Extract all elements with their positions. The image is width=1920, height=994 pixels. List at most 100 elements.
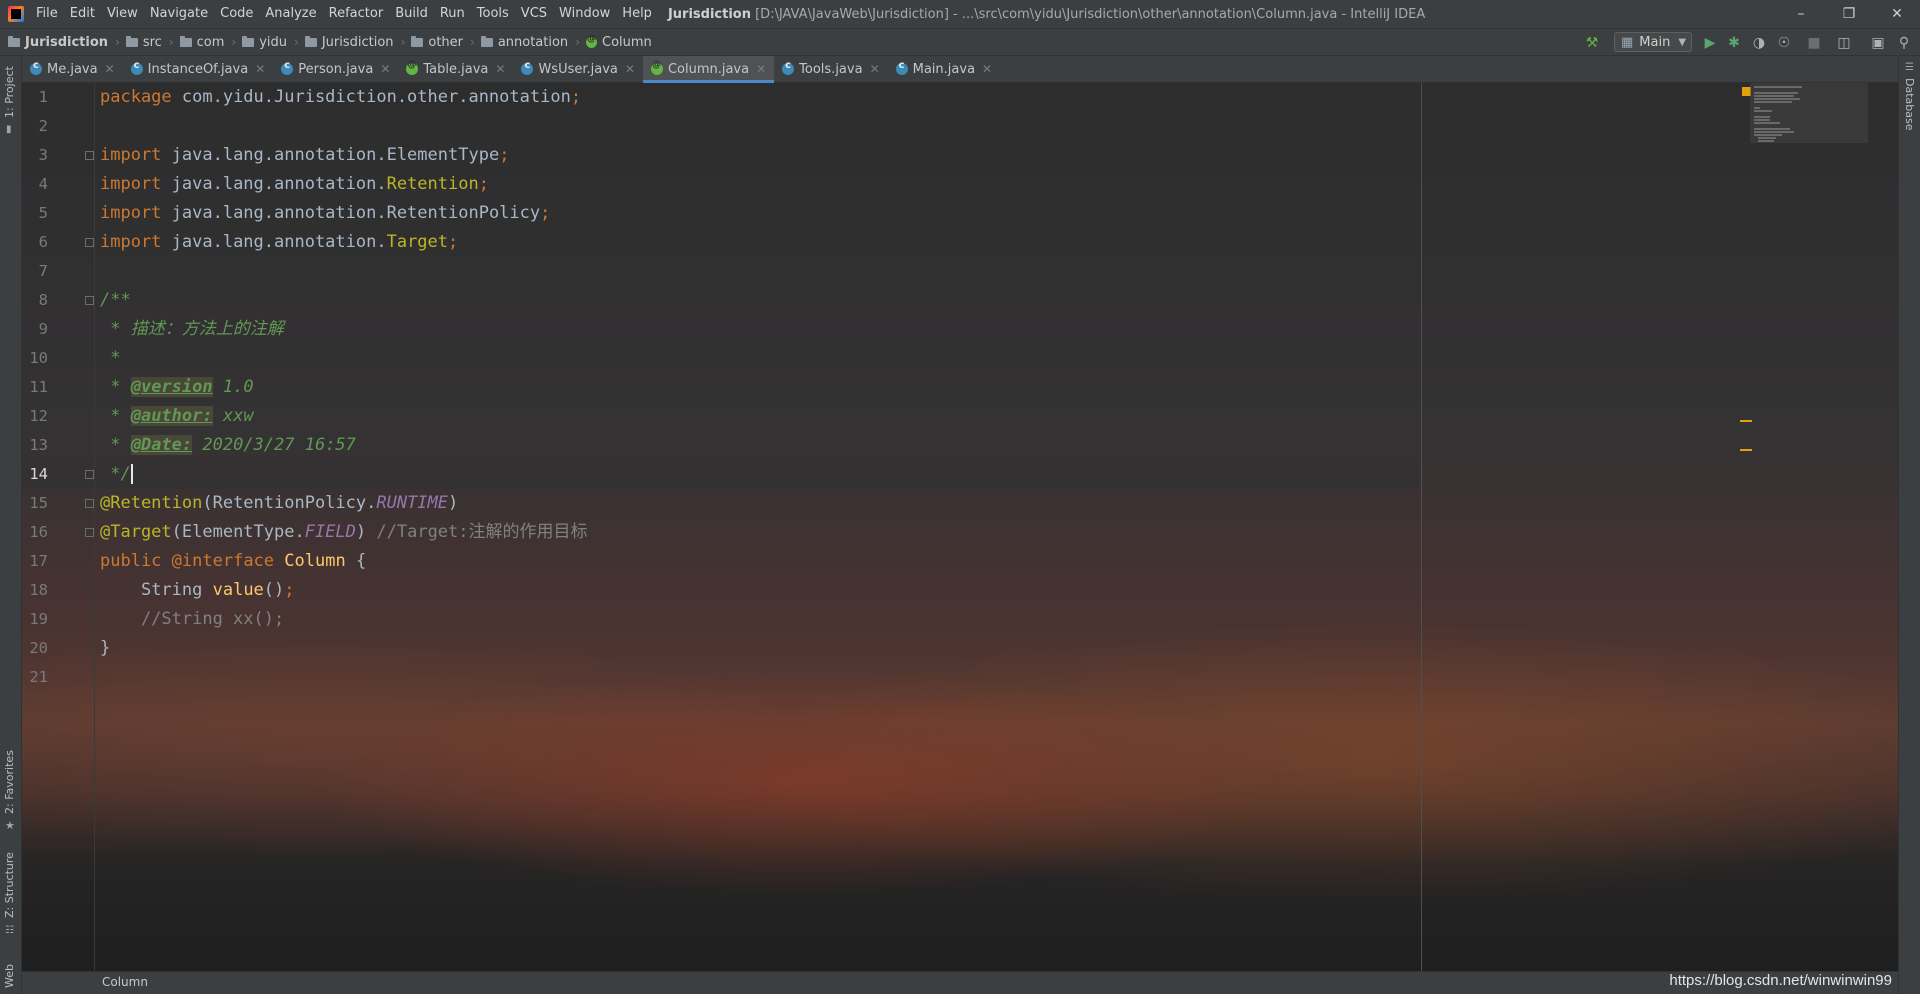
tab-wsuser-java[interactable]: WsUser.java ✕: [513, 56, 643, 82]
search-icon[interactable]: ⚲: [1896, 35, 1912, 51]
favorites-tool-tab[interactable]: 2: Favorites: [3, 750, 16, 814]
stop-icon[interactable]: ■: [1806, 35, 1822, 51]
project-folder-icon: ▮: [6, 124, 12, 135]
structure-tool-tab[interactable]: Z: Structure: [3, 852, 16, 918]
profiler-icon[interactable]: ☉: [1776, 35, 1792, 51]
coverage-icon[interactable]: ◑: [1751, 35, 1767, 51]
restore-icon[interactable]: ❐: [1826, 0, 1872, 28]
crumb-src[interactable]: src ›: [125, 35, 180, 50]
tab-label: Tools.java: [799, 61, 863, 77]
line-number: 7: [38, 262, 48, 280]
fold-toggle-icon[interactable]: [85, 296, 94, 305]
fold-toggle-icon[interactable]: [85, 238, 94, 247]
menu-navigate[interactable]: Navigate: [144, 0, 214, 28]
fold-toggle-icon[interactable]: [85, 151, 94, 160]
menu-code[interactable]: Code: [214, 0, 259, 28]
menu-refactor[interactable]: Refactor: [323, 0, 390, 28]
line-number: 3: [38, 146, 48, 164]
close-tab-icon[interactable]: ✕: [495, 62, 505, 76]
line-number: 9: [38, 320, 48, 338]
minimap-line: [1754, 131, 1794, 133]
tab-tools-java[interactable]: Tools.java ✕: [774, 56, 887, 82]
minimap-line: [1754, 92, 1798, 94]
menu-run[interactable]: Run: [434, 0, 471, 28]
database-icon: ☰: [1905, 62, 1914, 73]
line-number: 11: [29, 378, 48, 396]
line-number: 17: [29, 552, 48, 570]
folder-icon: [480, 35, 493, 47]
menu-tools[interactable]: Tools: [471, 0, 515, 28]
minimap-line: [1754, 134, 1782, 136]
line-number: 10: [29, 349, 48, 367]
layout-icon[interactable]: ▣: [1870, 35, 1886, 51]
tab-main-java[interactable]: Main.java ✕: [888, 56, 1000, 82]
minimap-line: [1754, 98, 1800, 100]
code-line: }: [100, 638, 111, 658]
line-number: 4: [38, 175, 48, 193]
project-structure-icon[interactable]: ◫: [1836, 35, 1852, 51]
menu-vcs[interactable]: VCS: [515, 0, 553, 28]
right-margin-guide: [1421, 83, 1422, 971]
folder-icon: [411, 35, 424, 47]
tab-label: Table.java: [423, 61, 489, 77]
close-tab-icon[interactable]: ✕: [380, 62, 390, 76]
warning-stripe-marker[interactable]: [1740, 449, 1752, 451]
menu-build[interactable]: Build: [389, 0, 434, 28]
fold-toggle-icon[interactable]: [85, 499, 94, 508]
chevron-right-icon: ›: [115, 35, 120, 49]
menu-help[interactable]: Help: [616, 0, 658, 28]
menu-window[interactable]: Window: [553, 0, 616, 28]
database-tool-tab[interactable]: Database: [1903, 78, 1916, 131]
run-configuration-select[interactable]: ▦ Main ▼: [1614, 32, 1692, 52]
code-line: import java.lang.annotation.Target;: [100, 232, 459, 252]
fold-toggle-icon[interactable]: [85, 470, 94, 479]
code-line: public @interface Column {: [100, 551, 367, 571]
annotation-type-icon: [650, 60, 663, 75]
fold-toggle-icon[interactable]: [85, 528, 94, 537]
crumb-project[interactable]: Jurisdiction ›: [8, 35, 126, 50]
tab-table-java[interactable]: Table.java ✕: [398, 56, 513, 82]
menu-file[interactable]: File: [30, 0, 64, 28]
crumb-other[interactable]: other ›: [411, 35, 480, 50]
build-hammer-icon[interactable]: ⚒: [1584, 35, 1600, 51]
tab-me-java[interactable]: Me.java ✕: [22, 56, 123, 82]
close-tab-icon[interactable]: ✕: [982, 62, 992, 76]
minimize-icon[interactable]: –: [1778, 0, 1824, 28]
code-editor[interactable]: 1 2 3 4 5 6 7 8 9 10 11 12 13 14 15 16 1…: [22, 83, 1898, 971]
crumb-annotation[interactable]: annotation ›: [480, 35, 586, 50]
project-tool-tab[interactable]: 1: Project: [3, 66, 16, 118]
warning-stripe-marker[interactable]: [1740, 420, 1752, 422]
close-tab-icon[interactable]: ✕: [756, 62, 766, 76]
code-line: * @version 1.0: [100, 377, 254, 397]
menu-edit[interactable]: Edit: [64, 0, 101, 28]
java-class-icon: [782, 60, 795, 75]
close-tab-icon[interactable]: ✕: [255, 62, 265, 76]
run-icon[interactable]: ▶: [1702, 35, 1718, 51]
crumb-yidu[interactable]: yidu ›: [242, 35, 305, 50]
crumb-jurisdiction[interactable]: Jurisdiction ›: [304, 35, 412, 50]
close-window-icon[interactable]: ✕: [1874, 0, 1920, 28]
tab-instanceof-java[interactable]: InstanceOf.java ✕: [123, 56, 274, 82]
line-number: 15: [29, 494, 48, 512]
web-tool-tab[interactable]: Web: [3, 964, 16, 988]
structure-breadcrumb[interactable]: Column: [102, 975, 148, 989]
close-tab-icon[interactable]: ✕: [870, 62, 880, 76]
chevron-down-icon: ▼: [1678, 36, 1687, 48]
annotation-type-icon: [406, 60, 419, 75]
chevron-right-icon: ›: [470, 35, 475, 49]
folder-icon: [179, 35, 192, 47]
tab-person-java[interactable]: Person.java ✕: [273, 56, 398, 82]
close-tab-icon[interactable]: ✕: [625, 62, 635, 76]
crumb-com[interactable]: com ›: [179, 35, 243, 50]
minimap-line: [1758, 137, 1776, 139]
menu-analyze[interactable]: Analyze: [259, 0, 322, 28]
debug-bug-icon[interactable]: ✱: [1726, 35, 1742, 51]
window-title-path: [D:\JAVA\JavaWeb\Jurisdiction] - ...\src…: [755, 6, 1426, 22]
close-tab-icon[interactable]: ✕: [105, 62, 115, 76]
run-configuration-label: Main: [1639, 34, 1671, 50]
tab-column-java[interactable]: Column.java ✕: [642, 56, 775, 83]
menu-view[interactable]: View: [101, 0, 144, 28]
code-line: import java.lang.annotation.Retention;: [100, 174, 489, 194]
code-minimap[interactable]: [1750, 83, 1868, 143]
crumb-column[interactable]: Column: [586, 34, 652, 50]
